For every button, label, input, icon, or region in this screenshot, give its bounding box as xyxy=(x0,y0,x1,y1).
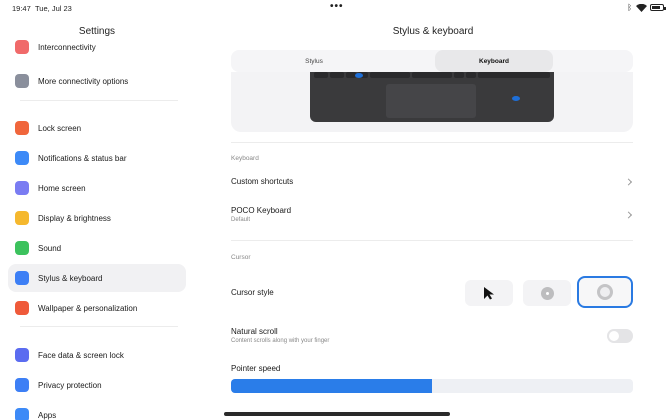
status-icons: ᛒ xyxy=(627,3,666,12)
keyboard-preview xyxy=(231,72,633,132)
settings-item-notifications-status-bar[interactable]: Notifications & status bar xyxy=(8,144,186,172)
tab-keyboard[interactable]: Keyboard xyxy=(435,50,553,72)
settings-item-label: Privacy protection xyxy=(38,380,102,390)
face-icon xyxy=(15,348,29,362)
divider xyxy=(231,240,633,241)
settings-item-label: Home screen xyxy=(38,183,86,193)
settings-item-label: More connectivity options xyxy=(38,76,129,86)
multitask-dots[interactable]: ••• xyxy=(330,1,344,12)
wallpaper-icon xyxy=(15,301,29,315)
settings-item-privacy-protection[interactable]: Privacy protection xyxy=(8,371,186,399)
divider xyxy=(20,326,178,327)
divider xyxy=(20,100,178,101)
settings-item-interconnectivity[interactable]: Interconnectivity xyxy=(8,33,186,61)
page-title: Stylus & keyboard xyxy=(392,26,474,37)
slider-fill xyxy=(231,379,432,393)
custom-shortcuts-label: Custom shortcuts xyxy=(231,177,294,186)
settings-item-apps[interactable]: Apps xyxy=(8,401,186,420)
settings-item-label: Lock screen xyxy=(38,123,82,133)
apps-icon xyxy=(15,408,29,420)
pointer-speed-label: Pointer speed xyxy=(231,364,281,373)
home-indicator[interactable] xyxy=(224,412,450,416)
ring-cursor-icon xyxy=(597,284,613,300)
natural-scroll-label: Natural scroll xyxy=(231,327,278,336)
sun-icon xyxy=(15,211,29,225)
status-date: Tue, Jul 23 xyxy=(35,4,72,13)
pointer-speed-row: Pointer speed xyxy=(231,364,633,376)
status-bar: 19:47 Tue, Jul 23 ••• ᛒ xyxy=(0,0,672,16)
settings-item-label: Sound xyxy=(38,243,62,253)
cursor-option-dot[interactable] xyxy=(523,280,571,306)
divider xyxy=(231,142,633,143)
link-icon xyxy=(15,74,29,88)
section-cursor-label: Cursor xyxy=(231,254,251,261)
settings-item-more-connectivity-options[interactable]: More connectivity options xyxy=(8,67,186,95)
custom-shortcuts-row[interactable]: Custom shortcuts xyxy=(231,171,633,193)
settings-item-lock-screen[interactable]: Lock screen xyxy=(8,114,186,142)
dot-cursor-icon xyxy=(540,286,554,300)
lock-icon xyxy=(15,121,29,135)
natural-scroll-toggle[interactable] xyxy=(607,329,633,343)
settings-item-label: Interconnectivity xyxy=(38,42,96,52)
bluetooth-icon: ᛒ xyxy=(627,3,632,12)
settings-item-wallpaper-personalization[interactable]: Wallpaper & personalization xyxy=(8,294,186,322)
settings-item-label: Apps xyxy=(38,410,57,420)
toggle-knob xyxy=(609,331,619,341)
settings-item-label: Stylus & keyboard xyxy=(38,273,103,283)
tab-stylus[interactable]: Stylus xyxy=(255,50,373,72)
poco-keyboard-sublabel: Default xyxy=(231,217,251,223)
tab-bar: Stylus Keyboard xyxy=(231,50,633,72)
touchpad-illustration xyxy=(386,84,476,118)
pointer-speed-slider[interactable] xyxy=(231,379,633,393)
interconnectivity-icon xyxy=(15,40,29,54)
screen: 19:47 Tue, Jul 23 ••• ᛒ Settings Interco… xyxy=(0,0,672,420)
keyboard-icon xyxy=(15,271,29,285)
detail-pane: Stylus & keyboard Stylus Keyboard Keyboa… xyxy=(194,16,672,420)
battery-level xyxy=(652,6,660,9)
cursor-style-label: Cursor style xyxy=(231,288,274,297)
settings-item-label: Face data & screen lock xyxy=(38,350,124,360)
settings-item-display-brightness[interactable]: Display & brightness xyxy=(8,204,186,232)
poco-keyboard-label: POCO Keyboard xyxy=(231,206,292,215)
privacy-icon xyxy=(15,378,29,392)
settings-item-sound[interactable]: Sound xyxy=(8,234,186,262)
natural-scroll-row: Natural scroll Content scrolls along wit… xyxy=(231,327,633,353)
section-keyboard-label: Keyboard xyxy=(231,155,259,162)
settings-item-stylus-keyboard[interactable]: Stylus & keyboard xyxy=(8,264,186,292)
sound-icon xyxy=(15,241,29,255)
wifi-icon xyxy=(636,3,647,12)
natural-scroll-sublabel: Content scrolls along with your finger xyxy=(231,338,330,344)
settings-item-label: Notifications & status bar xyxy=(38,153,127,163)
settings-sidebar: Settings Interconnectivity More connectiv… xyxy=(0,16,194,420)
keyboard-illustration xyxy=(310,72,554,122)
settings-item-label: Wallpaper & personalization xyxy=(38,303,138,313)
status-time: 19:47 xyxy=(12,4,31,13)
battery-icon xyxy=(650,4,666,11)
home-icon xyxy=(15,181,29,195)
cursor-style-row: Cursor style xyxy=(231,288,633,302)
cursor-option-arrow[interactable] xyxy=(465,280,513,306)
cursor-option-ring[interactable] xyxy=(577,276,633,308)
arrow-cursor-icon xyxy=(484,287,494,300)
poco-keyboard-row[interactable]: POCO Keyboard Default xyxy=(231,202,633,228)
settings-item-home-screen[interactable]: Home screen xyxy=(8,174,186,202)
notification-icon xyxy=(15,151,29,165)
settings-item-label: Display & brightness xyxy=(38,213,111,223)
settings-item-face-data-screen-lock[interactable]: Face data & screen lock xyxy=(8,341,186,369)
